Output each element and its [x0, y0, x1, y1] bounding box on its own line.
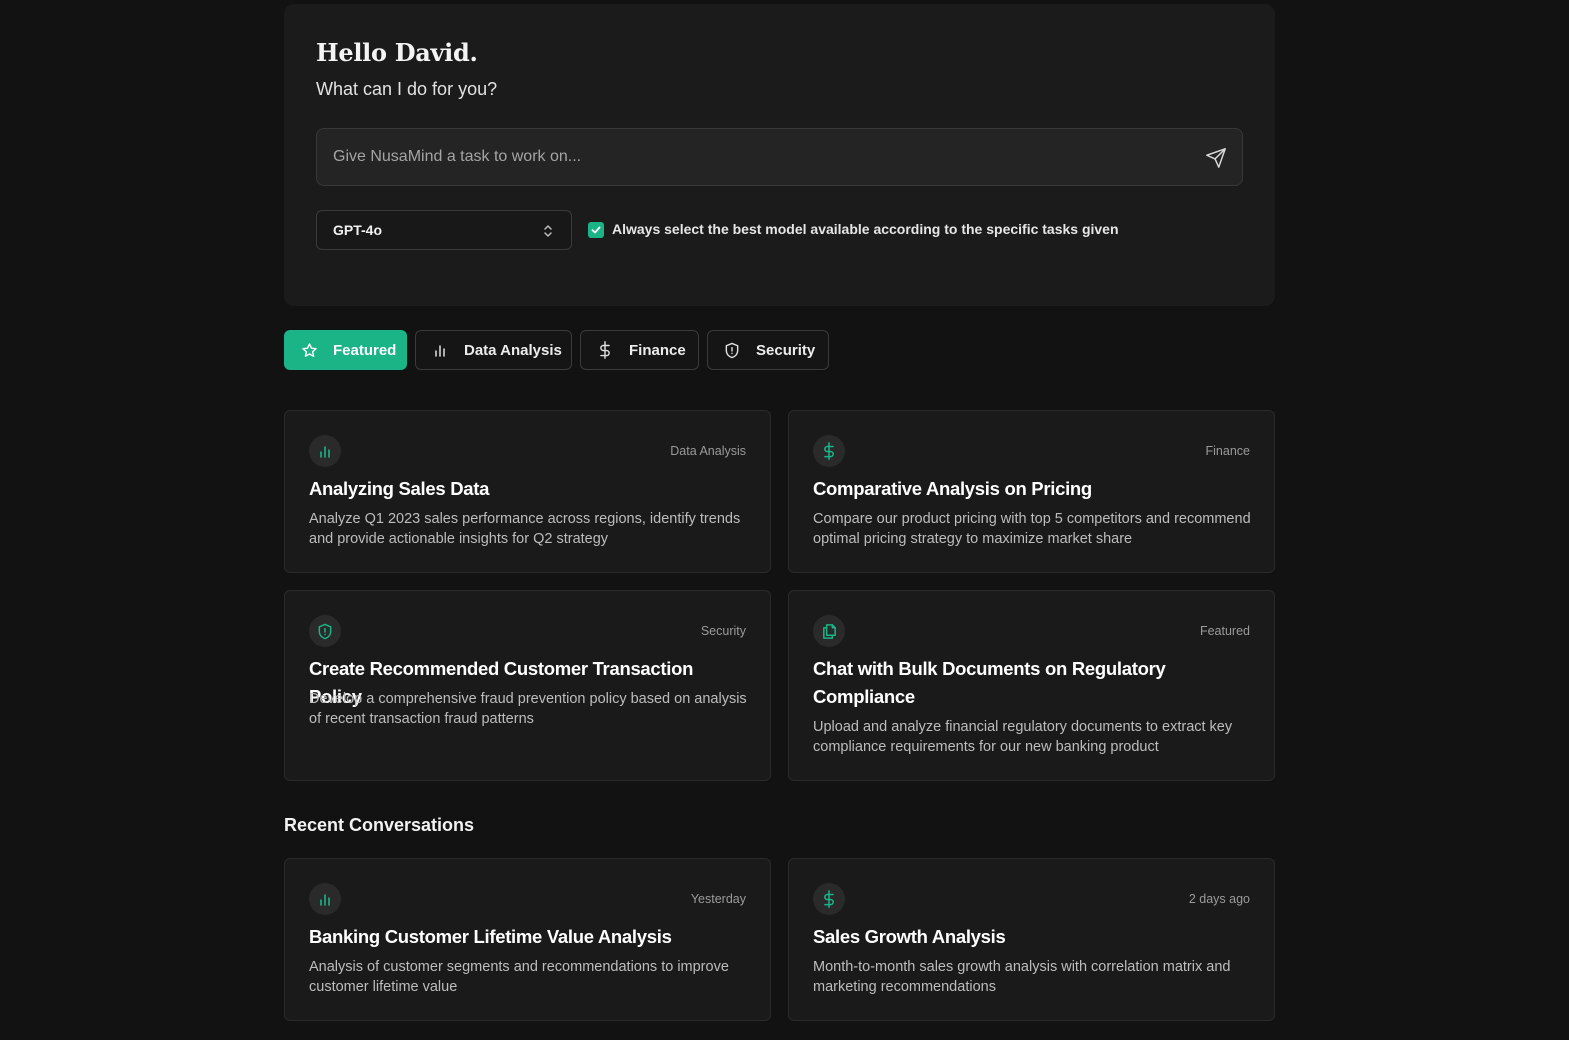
- card-icon-container: [813, 435, 845, 467]
- tab-security[interactable]: Security: [707, 330, 829, 370]
- prompt-card-analyzing-sales-data[interactable]: Data Analysis Analyzing Sales Data Analy…: [284, 410, 771, 573]
- tab-label: Featured: [333, 341, 397, 359]
- dollar-icon: [596, 341, 614, 359]
- card-icon-container: [309, 435, 341, 467]
- task-input[interactable]: [317, 129, 1187, 185]
- prompt-card-regulatory-compliance[interactable]: Featured Chat with Bulk Documents on Reg…: [788, 590, 1275, 781]
- tab-featured[interactable]: Featured: [284, 330, 407, 370]
- tab-label: Security: [756, 341, 816, 359]
- conversation-timestamp: Yesterday: [690, 892, 746, 906]
- dollar-icon: [824, 442, 834, 460]
- tab-label: Finance: [629, 341, 686, 359]
- conversation-description: Analysis of customer segments and recomm…: [309, 959, 729, 995]
- auto-select-label[interactable]: Always select the best model available a…: [612, 221, 1119, 237]
- conversation-description: Month-to-month sales growth analysis wit…: [813, 959, 1231, 995]
- card-icon-container: [813, 883, 845, 915]
- card-icon-container: [309, 883, 341, 915]
- conversation-timestamp: 2 days ago: [1188, 892, 1250, 906]
- card-description: Develop a comprehensive fraud prevention…: [309, 691, 747, 727]
- card-category-tag: Featured: [1199, 624, 1250, 638]
- model-select-value: GPT-4o: [333, 222, 383, 238]
- card-category-tag: Security: [700, 624, 746, 638]
- card-title: Comparative Analysis on Pricing: [813, 478, 1092, 499]
- shield-icon: [723, 341, 741, 359]
- auto-select-checkbox[interactable]: [588, 222, 604, 238]
- check-icon: [591, 226, 601, 234]
- card-category-tag: Finance: [1205, 444, 1250, 458]
- model-select[interactable]: GPT-4o: [316, 210, 572, 250]
- card-title: Analyzing Sales Data: [309, 478, 490, 499]
- shield-icon: [318, 623, 332, 639]
- recent-conversations-heading: Recent Conversations: [284, 815, 475, 835]
- card-title: Chat with Bulk Documents on Regulatory C…: [813, 658, 1166, 707]
- prompt-card-transaction-policy[interactable]: Security Create Recommended Customer Tra…: [284, 590, 771, 781]
- greeting-heading: Hello David.: [316, 38, 478, 67]
- greeting-subtitle: What can I do for you?: [316, 79, 498, 99]
- prompt-card-comparative-pricing[interactable]: Finance Comparative Analysis on Pricing …: [788, 410, 1275, 573]
- conversation-title: Sales Growth Analysis: [813, 926, 1006, 947]
- tab-finance[interactable]: Finance: [580, 330, 699, 370]
- bar-chart-icon: [320, 446, 330, 458]
- dollar-icon: [824, 890, 834, 908]
- card-description: Analyze Q1 2023 sales performance across…: [309, 511, 741, 547]
- card-description: Compare our product pricing with top 5 c…: [813, 511, 1251, 547]
- chevron-up-down-icon: [544, 225, 552, 237]
- page: Hello David. What can I do for you? GPT-…: [0, 0, 1569, 1040]
- tab-data-analysis[interactable]: Data Analysis: [415, 330, 572, 370]
- task-panel: Hello David. What can I do for you? GPT-…: [284, 4, 1275, 306]
- star-icon: [300, 341, 318, 359]
- card-category-tag: Data Analysis: [670, 444, 746, 458]
- documents-icon: [822, 623, 836, 639]
- recent-conversation-item[interactable]: Yesterday Banking Customer Lifetime Valu…: [284, 858, 771, 1021]
- card-icon-container: [813, 615, 845, 647]
- bar-chart-icon: [431, 341, 449, 359]
- card-description: Upload and analyze financial regulatory …: [813, 719, 1233, 755]
- send-button[interactable]: [1204, 146, 1228, 170]
- conversation-title: Banking Customer Lifetime Value Analysis: [309, 926, 672, 947]
- recent-conversation-item[interactable]: 2 days ago Sales Growth Analysis Month-t…: [788, 858, 1275, 1021]
- bar-chart-icon: [320, 894, 330, 906]
- task-input-container: [316, 128, 1243, 186]
- card-icon-container: [309, 615, 341, 647]
- send-icon: [1206, 148, 1226, 168]
- tab-label: Data Analysis: [464, 341, 562, 359]
